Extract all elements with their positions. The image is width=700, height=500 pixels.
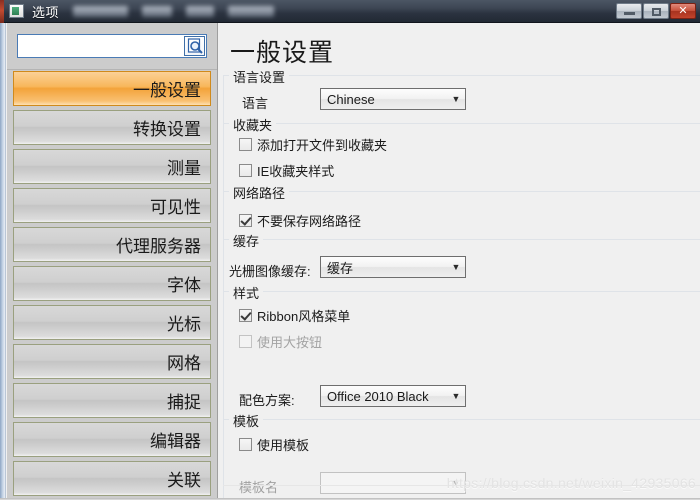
color-scheme-combobox[interactable]: Office 2010 Black ▼ <box>320 385 466 407</box>
sidebar-item-label: 光标 <box>167 315 201 334</box>
sidebar-item-label: 编辑器 <box>150 432 201 451</box>
settings-main-panel: 一般设置 语言设置 语言 Chinese ▼ 收藏夹 添加打开文件到收藏夹 IE… <box>219 23 700 500</box>
sidebar-item-visibility[interactable]: 可见性 <box>13 188 211 223</box>
sidebar-item-label: 转换设置 <box>133 120 201 139</box>
sidebar-nav-list: 一般设置 转换设置 测量 可见性 代理服务器 字体 光标 网格 捕捉 编辑器 关… <box>7 71 217 500</box>
sidebar-item-label: 网格 <box>167 354 201 373</box>
sidebar-item-label: 字体 <box>167 276 201 295</box>
sidebar-item-font[interactable]: 字体 <box>13 266 211 301</box>
sidebar-item-label: 可见性 <box>150 198 201 217</box>
use-template-checkbox[interactable]: 使用模板 <box>239 435 309 454</box>
sidebar-search-area <box>7 23 217 70</box>
window-controls: ✕ <box>615 2 696 20</box>
checkbox-checked-icon <box>239 214 252 227</box>
template-name-label: 模板名 <box>239 480 279 495</box>
group-network-path-label: 网络路径 <box>229 183 290 202</box>
blurred-tab-strip[interactable] <box>73 5 275 17</box>
sidebar-item-label: 一般设置 <box>133 81 201 100</box>
raster-image-cache-combobox[interactable]: 缓存 ▼ <box>320 256 466 278</box>
sidebar-item-proxy-server[interactable]: 代理服务器 <box>13 227 211 262</box>
minimize-button[interactable] <box>616 3 642 19</box>
color-scheme-label: 配色方案: <box>239 393 295 408</box>
raster-image-cache-label: 光栅图像缓存: <box>229 264 311 279</box>
blurred-tab-3[interactable] <box>228 5 275 17</box>
maximize-button[interactable] <box>643 3 669 19</box>
sidebar-item-general[interactable]: 一般设置 <box>13 71 211 106</box>
titlebar-accent-stripe <box>0 0 4 23</box>
close-button[interactable]: ✕ <box>670 3 696 19</box>
group-favorites: 收藏夹 <box>223 115 700 191</box>
sidebar-item-cursor[interactable]: 光标 <box>13 305 211 340</box>
language-label: 语言 <box>242 96 269 111</box>
use-large-buttons-checkbox[interactable]: 使用大按钮 <box>239 332 322 351</box>
add-open-file-to-favorites-checkbox[interactable]: 添加打开文件到收藏夹 <box>239 135 387 154</box>
close-icon: ✕ <box>678 5 688 17</box>
ie-favorites-style-label: IE收藏夹样式 <box>257 164 335 179</box>
search-input[interactable] <box>18 36 184 56</box>
sidebar-item-measure[interactable]: 测量 <box>13 149 211 184</box>
sidebar-item-label: 测量 <box>167 159 201 178</box>
blurred-tab-0[interactable] <box>73 5 129 17</box>
app-window-icon <box>9 4 24 18</box>
use-template-label: 使用模板 <box>257 438 310 453</box>
checkbox-checked-icon <box>239 309 252 322</box>
template-name-combobox[interactable]: ▼ <box>320 472 466 494</box>
search-box[interactable] <box>17 34 207 58</box>
dialog-client-area: 一般设置 转换设置 测量 可见性 代理服务器 字体 光标 网格 捕捉 编辑器 关… <box>0 23 700 500</box>
group-favorites-label: 收藏夹 <box>229 115 277 134</box>
sidebar-item-association[interactable]: 关联 <box>13 461 211 496</box>
chevron-down-icon: ▼ <box>451 262 461 272</box>
sidebar-item-label: 捕捉 <box>167 393 201 412</box>
language-combobox[interactable]: Chinese ▼ <box>320 88 466 110</box>
sidebar-item-grid[interactable]: 网格 <box>13 344 211 379</box>
blurred-tab-2[interactable] <box>186 5 215 17</box>
checkbox-icon <box>239 335 252 348</box>
group-language-settings-label: 语言设置 <box>229 67 290 86</box>
group-template-label: 模板 <box>229 411 264 430</box>
sidebar-item-label: 关联 <box>167 471 201 490</box>
checkbox-icon <box>239 138 252 151</box>
language-combobox-value: Chinese <box>327 91 375 107</box>
options-dialog: 选项 ✕ 一般设置 转换设置 测量 可见性 代理服务器 字体 光标 网格 捕捉 … <box>0 0 700 500</box>
chevron-down-icon: ▼ <box>451 478 461 488</box>
checkbox-icon <box>239 438 252 451</box>
sidebar-item-editor[interactable]: 编辑器 <box>13 422 211 457</box>
maximize-icon <box>652 8 661 16</box>
window-title: 选项 <box>32 4 60 20</box>
chevron-down-icon: ▼ <box>451 391 461 401</box>
chevron-down-icon: ▼ <box>451 94 461 104</box>
group-style-label: 样式 <box>229 283 264 302</box>
use-large-buttons-label: 使用大按钮 <box>257 335 323 350</box>
sidebar-item-label: 代理服务器 <box>116 237 201 256</box>
settings-sidebar: 一般设置 转换设置 测量 可见性 代理服务器 字体 光标 网格 捕捉 编辑器 关… <box>7 23 218 500</box>
ie-favorites-style-checkbox[interactable]: IE收藏夹样式 <box>239 161 334 180</box>
page-title: 一般设置 <box>230 39 335 67</box>
search-icon[interactable] <box>184 36 205 56</box>
blurred-tab-1[interactable] <box>142 5 173 17</box>
sidebar-item-snap[interactable]: 捕捉 <box>13 383 211 418</box>
dont-save-network-path-checkbox[interactable]: 不要保存网络路径 <box>239 211 361 230</box>
dont-save-network-path-label: 不要保存网络路径 <box>257 214 362 229</box>
bottom-divider <box>223 485 700 486</box>
ribbon-style-menu-checkbox[interactable]: Ribbon风格菜单 <box>239 306 350 325</box>
title-bar[interactable]: 选项 ✕ <box>0 0 700 23</box>
left-edge-strip <box>0 23 6 500</box>
group-cache-label: 缓存 <box>229 231 264 250</box>
ribbon-style-menu-label: Ribbon风格菜单 <box>257 309 351 324</box>
minimize-icon <box>624 12 635 15</box>
add-open-file-to-favorites-label: 添加打开文件到收藏夹 <box>257 138 388 153</box>
checkbox-icon <box>239 164 252 177</box>
sidebar-item-conversion[interactable]: 转换设置 <box>13 110 211 145</box>
color-scheme-value: Office 2010 Black <box>327 388 429 404</box>
raster-image-cache-value: 缓存 <box>327 260 354 276</box>
